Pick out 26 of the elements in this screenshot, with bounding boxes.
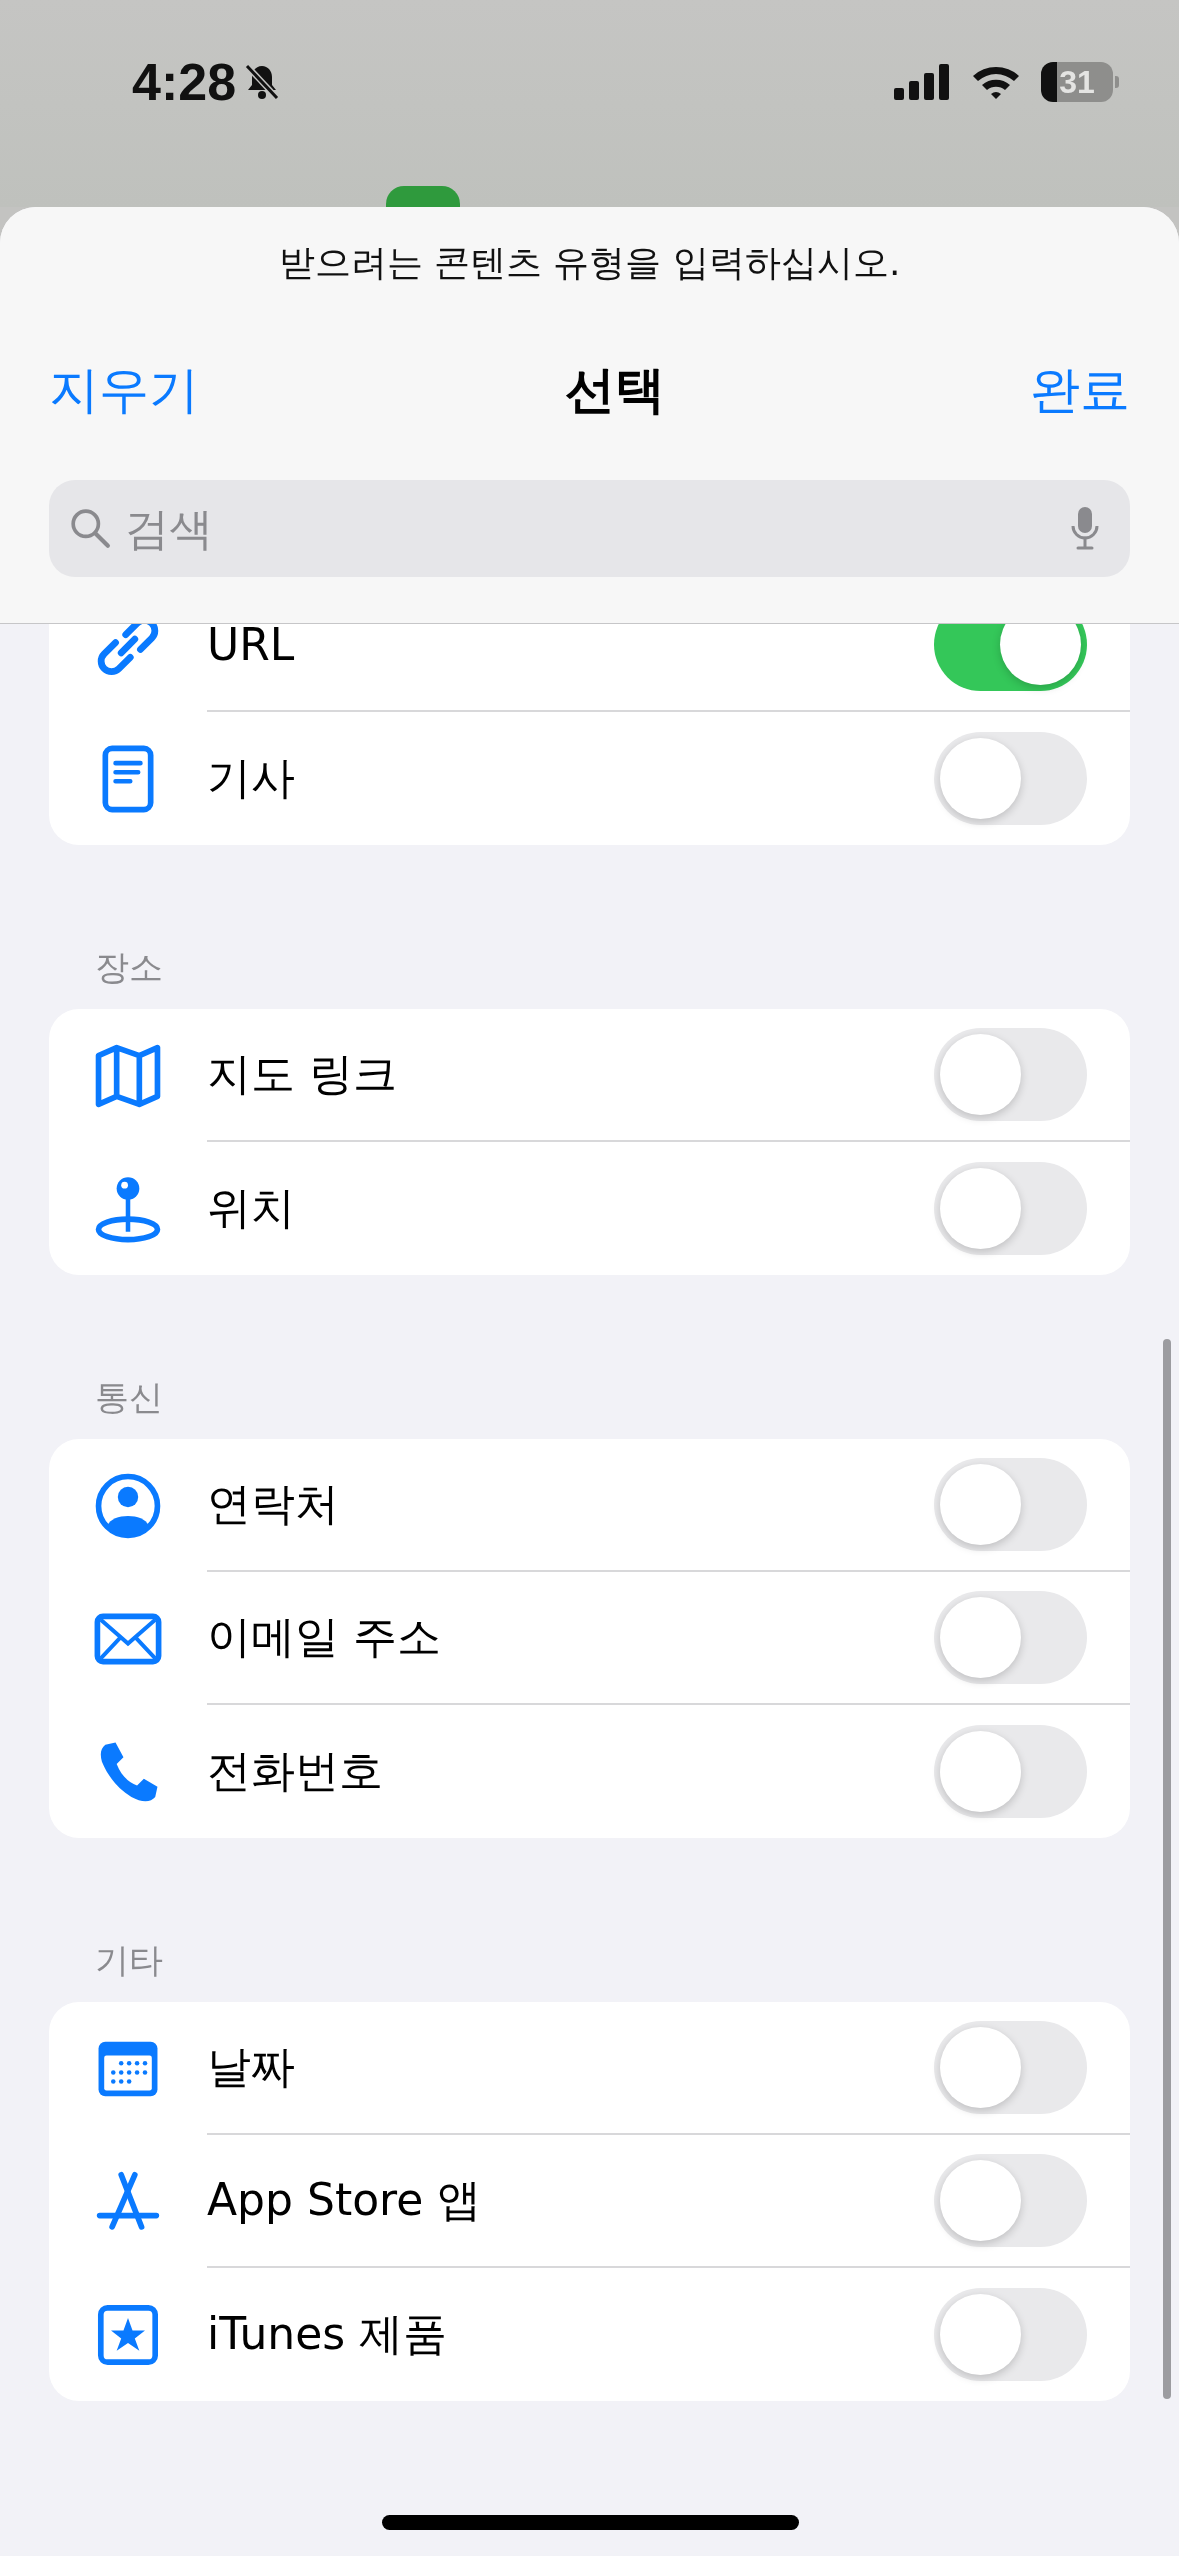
row-label: 이메일 주소 [207, 1610, 441, 1664]
row-label: 기사 [207, 751, 295, 805]
section-header: 장소 [95, 947, 163, 987]
signal-icon [893, 64, 951, 100]
row-label: App Store 앱 [207, 2173, 482, 2227]
microphone-icon[interactable] [1070, 505, 1100, 551]
battery-indicator: 31 [1041, 62, 1113, 102]
row-label: 전화번호 [207, 1744, 383, 1798]
wifi-icon [971, 64, 1021, 100]
search-field[interactable]: 검색 [49, 480, 1130, 577]
done-button[interactable]: 완료 [1030, 356, 1130, 424]
row-label: 연락처 [207, 1477, 339, 1531]
section-header: 통신 [95, 1377, 163, 1417]
status-time: 4:28 [132, 52, 237, 112]
prompt-text: 받으려는 콘텐츠 유형을 입력하십시오. [277, 241, 902, 285]
row-label: 지도 링크 [207, 1047, 397, 1101]
person-icon [94, 1471, 162, 1540]
row-label: iTunes 제품 [207, 2307, 448, 2361]
sheet-title: 선택 [564, 359, 665, 421]
row-label: 위치 [207, 1181, 295, 1235]
pin-icon [94, 1174, 162, 1243]
row-label: 날짜 [207, 2040, 295, 2094]
toggle-switch[interactable] [934, 624, 1087, 691]
row-label: URL [207, 624, 295, 670]
section-header: 기타 [95, 1940, 163, 1980]
clear-button[interactable]: 지우기 [49, 356, 199, 424]
